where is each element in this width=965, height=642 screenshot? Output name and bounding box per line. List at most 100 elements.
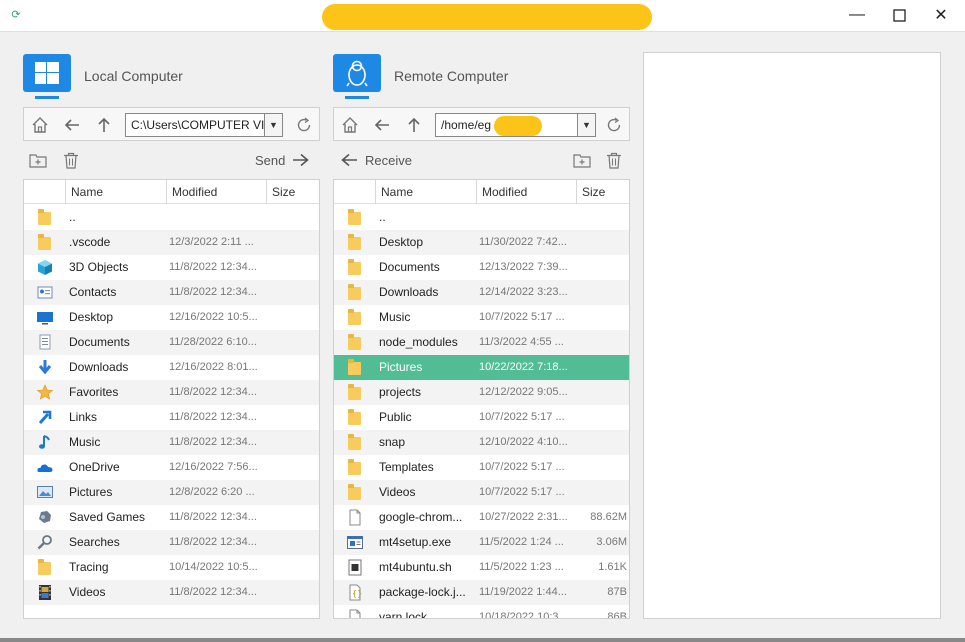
remote-file-row[interactable]: Downloads 12/14/2022 3:23... xyxy=(334,280,629,305)
remote-file-row[interactable]: Music 10/7/2022 5:17 ... xyxy=(334,305,629,330)
local-column-modified[interactable]: Modified xyxy=(166,180,266,204)
remote-file-row[interactable]: Videos 10/7/2022 5:17 ... xyxy=(334,480,629,505)
folder-icon xyxy=(347,209,363,226)
remote-new-folder-button[interactable] xyxy=(572,150,592,170)
local-column-name[interactable]: Name xyxy=(65,180,166,204)
local-file-row[interactable]: Music 11/8/2022 12:34... xyxy=(24,430,319,455)
file-size xyxy=(266,280,317,305)
local-file-row[interactable]: Saved Games 11/8/2022 12:34... xyxy=(24,505,319,530)
file-modified: 12/16/2022 8:01... xyxy=(169,361,258,373)
remote-file-row[interactable]: projects 12/12/2022 9:05... xyxy=(334,380,629,405)
local-file-row[interactable]: Links 11/8/2022 12:34... xyxy=(24,405,319,430)
folder-icon xyxy=(347,434,363,451)
local-file-row[interactable]: Videos 11/8/2022 12:34... xyxy=(24,580,319,605)
local-file-row[interactable]: Pictures 12/8/2022 6:20 ... xyxy=(24,480,319,505)
script-icon xyxy=(347,559,363,576)
file-size xyxy=(576,230,627,255)
file-name: mt4ubuntu.sh xyxy=(379,560,452,574)
local-file-row[interactable]: .. xyxy=(24,205,319,230)
remote-file-row[interactable]: snap 12/10/2022 4:10... xyxy=(334,430,629,455)
refresh-icon xyxy=(607,117,621,132)
file-size xyxy=(576,205,627,230)
local-new-folder-button[interactable] xyxy=(28,150,48,170)
file-size xyxy=(576,455,627,480)
remote-file-row[interactable]: node_modules 11/3/2022 4:55 ... xyxy=(334,330,629,355)
local-file-row[interactable]: Searches 11/8/2022 12:34... xyxy=(24,530,319,555)
folder-icon xyxy=(347,484,363,501)
file-modified: 10/7/2022 5:17 ... xyxy=(479,311,565,323)
local-file-row[interactable]: Contacts 11/8/2022 12:34... xyxy=(24,280,319,305)
send-button[interactable]: Send xyxy=(255,148,310,172)
local-computer-title: Local Computer xyxy=(84,68,183,84)
file-name: Public xyxy=(379,410,412,424)
file-name: Tracing xyxy=(69,560,109,574)
remote-file-row[interactable]: .. xyxy=(334,205,629,230)
local-refresh-button[interactable] xyxy=(293,114,315,136)
remote-file-row[interactable]: Desktop 11/30/2022 7:42... xyxy=(334,230,629,255)
local-file-row[interactable]: Desktop 12/16/2022 10:5... xyxy=(24,305,319,330)
remote-column-size[interactable]: Size xyxy=(576,180,629,204)
file-size xyxy=(266,580,317,605)
remote-file-row[interactable]: Documents 12/13/2022 7:39... xyxy=(334,255,629,280)
local-file-row[interactable]: OneDrive 12/16/2022 7:56... xyxy=(24,455,319,480)
local-file-row[interactable]: Documents 11/28/2022 6:10... xyxy=(24,330,319,355)
local-file-table: Name Modified Size .. .vscode 12/3/2022 2:… xyxy=(23,179,320,619)
folder-icon xyxy=(347,234,363,251)
local-up-button[interactable] xyxy=(93,114,115,136)
remote-file-row[interactable]: mt4setup.exe 11/5/2022 1:24 ... 3.06M xyxy=(334,530,629,555)
local-home-button[interactable] xyxy=(29,114,51,136)
remote-up-button[interactable] xyxy=(403,114,425,136)
file-modified: 11/8/2022 12:34... xyxy=(169,411,257,423)
remote-file-row[interactable]: Pictures 10/22/2022 7:18... xyxy=(334,355,629,380)
file-size xyxy=(266,555,317,580)
file-size xyxy=(576,355,627,380)
local-file-row[interactable]: .vscode 12/3/2022 2:11 ... xyxy=(24,230,319,255)
receive-button[interactable]: Receive xyxy=(341,148,412,172)
searches-icon xyxy=(37,534,53,551)
local-path-input[interactable]: C:\Users\COMPUTER VIL xyxy=(125,113,265,137)
local-file-row[interactable]: Favorites 11/8/2022 12:34... xyxy=(24,380,319,405)
downloads-icon xyxy=(37,359,53,376)
remote-file-row[interactable]: Templates 10/7/2022 5:17 ... xyxy=(334,455,629,480)
file-size xyxy=(266,355,317,380)
remote-path-dropdown[interactable]: ▼ xyxy=(578,113,596,137)
local-path-dropdown[interactable]: ▼ xyxy=(265,113,283,137)
local-delete-button[interactable] xyxy=(61,150,81,170)
file-modified: 11/5/2022 1:23 ... xyxy=(479,561,564,573)
remote-file-row[interactable]: mt4ubuntu.sh 11/5/2022 1:23 ... 1.61K xyxy=(334,555,629,580)
local-nav-bar: C:\Users\COMPUTER VIL ▼ xyxy=(23,107,320,141)
file-size xyxy=(266,480,317,505)
file-name: Videos xyxy=(69,585,106,599)
file-modified: 10/7/2022 5:17 ... xyxy=(479,461,565,473)
maximize-button[interactable] xyxy=(877,0,921,30)
file-size xyxy=(266,230,317,255)
folder-icon xyxy=(347,409,363,426)
remote-column-name[interactable]: Name xyxy=(375,180,476,204)
file-modified: 11/19/2022 1:44... xyxy=(479,586,567,598)
local-file-row[interactable]: 3D Objects 11/8/2022 12:34... xyxy=(24,255,319,280)
remote-column-modified[interactable]: Modified xyxy=(476,180,576,204)
minimize-button[interactable]: — xyxy=(835,0,879,30)
folder-icon xyxy=(347,259,363,276)
preview-pane xyxy=(643,52,941,619)
remote-file-row[interactable]: yarn.lock 10/18/2022 10:3... 86B xyxy=(334,605,629,618)
local-file-row[interactable]: Tracing 10/14/2022 10:5... xyxy=(24,555,319,580)
file-size: 88.62M xyxy=(590,511,627,523)
remote-home-button[interactable] xyxy=(339,114,361,136)
close-button[interactable]: ✕ xyxy=(919,0,963,30)
refresh-icon xyxy=(297,117,311,132)
local-back-button[interactable] xyxy=(61,114,83,136)
remote-delete-button[interactable] xyxy=(604,150,624,170)
remote-refresh-button[interactable] xyxy=(603,114,625,136)
desktop-icon xyxy=(37,309,53,326)
local-file-row[interactable]: Downloads 12/16/2022 8:01... xyxy=(24,355,319,380)
remote-path-input[interactable]: /home/eg xyxy=(435,113,578,137)
remote-file-table: Name Modified Size .. Desktop 11/30/2022 7… xyxy=(333,179,630,619)
file-modified: 10/14/2022 10:5... xyxy=(169,561,258,573)
remote-file-row[interactable]: {} package-lock.j... 11/19/2022 1:44... 87B xyxy=(334,580,629,605)
remote-back-button[interactable] xyxy=(371,114,393,136)
remote-file-row[interactable]: google-chrom... 10/27/2022 2:31... 88.62M xyxy=(334,505,629,530)
file-modified: 11/8/2022 12:34... xyxy=(169,386,257,398)
local-column-size[interactable]: Size xyxy=(266,180,319,204)
remote-file-row[interactable]: Public 10/7/2022 5:17 ... xyxy=(334,405,629,430)
